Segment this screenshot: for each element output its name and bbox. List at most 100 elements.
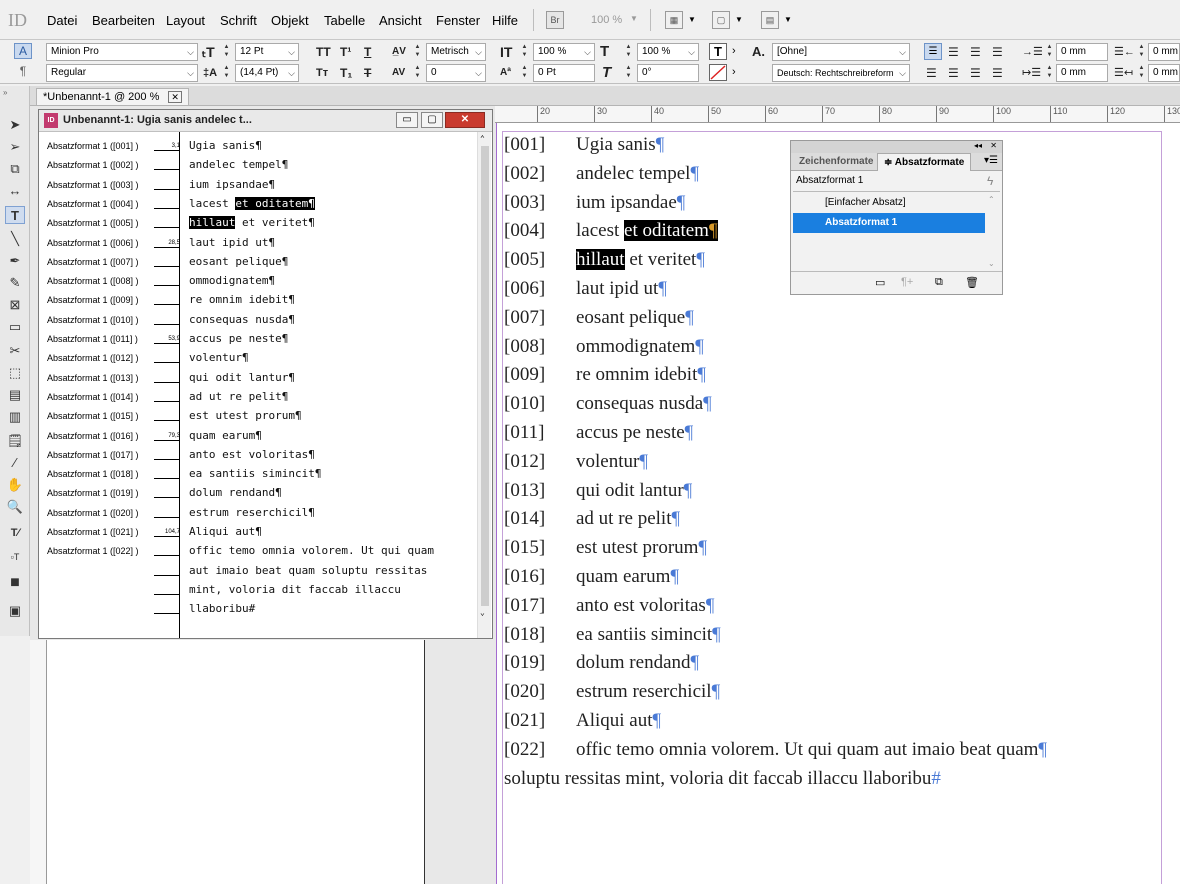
horizontal-ruler[interactable]: 20 30 40 50 60 70 80 90 100 110 120 130	[495, 106, 1180, 123]
kerning-field[interactable]: Metrisch ⌵	[426, 43, 486, 61]
row-text[interactable]: ommodignatem¶	[189, 274, 275, 287]
selected-text[interactable]: et oditatem¶	[235, 196, 315, 210]
page-tool-icon[interactable]: ⧉	[5, 160, 25, 178]
left-indent-stepper[interactable]: ▲ ▼	[1045, 43, 1054, 61]
zoom-level[interactable]: 100 %	[591, 14, 622, 26]
panel-header[interactable]: ◂◂ ✕	[791, 141, 1002, 153]
left-indent-field[interactable]: 0 mm	[1056, 43, 1108, 61]
vertical-scrollbar[interactable]: ⌃ ⌄	[477, 132, 491, 638]
story-row[interactable]: Absatzformat 1 ([001] ) 3,1 Ugia sanis¶	[39, 136, 492, 155]
story-row[interactable]: aut imaio beat quam soluptu ressitas	[39, 561, 492, 580]
row-text[interactable]: dolum rendand¶	[189, 486, 282, 499]
story-row[interactable]: Absatzformat 1 ([015] ) est utest prorum¶	[39, 406, 492, 425]
story-row[interactable]: Absatzformat 1 ([007] ) eosant pelique¶	[39, 252, 492, 271]
scrollbar-thumb[interactable]	[481, 146, 489, 606]
tab-character-styles[interactable]: Zeichenformate	[793, 153, 879, 171]
close-button[interactable]: ✕	[445, 112, 485, 128]
direct-selection-tool-icon[interactable]: ➢	[5, 138, 25, 156]
menu-ansicht[interactable]: Ansicht	[379, 13, 422, 28]
maximize-button[interactable]: ▢	[421, 112, 443, 128]
story-row[interactable]: Absatzformat 1 ([003] ) ium ipsandae¶	[39, 175, 492, 194]
row-text[interactable]: est utest prorum¶	[189, 409, 302, 422]
story-row[interactable]: Absatzformat 1 ([009] ) re omnim idebit¶	[39, 290, 492, 309]
scroll-down-icon[interactable]: ⌄	[480, 608, 485, 617]
superscript-icon[interactable]: T¹	[340, 43, 351, 61]
story-row[interactable]: Absatzformat 1 ([022] ) offic temo omnia …	[39, 541, 492, 560]
lightning-icon[interactable]: ϟ	[987, 174, 993, 188]
text-fill-icon[interactable]: T	[709, 43, 727, 60]
paragraph-line[interactable]: [011] accus pe neste¶	[504, 419, 1172, 448]
first-line-indent-field[interactable]: 0 mm	[1056, 64, 1108, 82]
paragraph-line[interactable]: [013] qui odit lantur¶	[504, 477, 1172, 506]
leading-field[interactable]: (14,4 Pt) ⌵	[235, 64, 299, 82]
chevron-down-icon[interactable]: ▼	[688, 15, 696, 24]
story-editor-window[interactable]: ID Unbenannt-1: Ugia sanis andelec t... …	[38, 109, 493, 639]
align-right-icon[interactable]: ☰	[970, 43, 981, 61]
paragraph-line[interactable]: [017] anto est voloritas¶	[504, 592, 1172, 621]
text-stroke-icon[interactable]	[709, 64, 727, 81]
justify-left-icon[interactable]: ☰	[926, 64, 937, 82]
row-text[interactable]: anto est voloritas¶	[189, 448, 315, 461]
row-text[interactable]: hillaut et veritet¶	[189, 216, 315, 230]
chevron-right-icon[interactable]: ›	[732, 66, 736, 78]
gradient-feather-tool-icon[interactable]: ▥	[5, 408, 25, 426]
tracking-field[interactable]: 0 ⌵	[426, 64, 486, 82]
align-towards-spine-icon[interactable]: ☰	[992, 43, 1003, 61]
vertical-scale-stepper[interactable]: ▲ ▼	[520, 43, 529, 61]
font-size-field[interactable]: 12 Pt ⌵	[235, 43, 299, 61]
menu-bearbeiten[interactable]: Bearbeiten	[92, 13, 155, 28]
story-row[interactable]: Absatzformat 1 ([018] ) ea santiis siminc…	[39, 464, 492, 483]
last-line-indent-stepper[interactable]: ▲ ▼	[1137, 64, 1146, 82]
selected-text[interactable]: hillaut	[189, 216, 236, 230]
collapse-panel-icon[interactable]: ◂◂	[974, 141, 982, 150]
row-text[interactable]: consequas nusda¶	[189, 313, 295, 326]
story-row[interactable]: Absatzformat 1 ([010] ) consequas nusda¶	[39, 310, 492, 329]
last-line-indent-field[interactable]: 0 mm	[1148, 64, 1180, 82]
story-editor-titlebar[interactable]: ID Unbenannt-1: Ugia sanis andelec t... …	[39, 110, 492, 132]
row-text[interactable]: estrum reserchicil¶	[189, 506, 315, 519]
chevron-down-icon[interactable]: ▼	[735, 15, 743, 24]
document-tab[interactable]: *Unbenannt-1 @ 200 % ✕	[36, 88, 189, 105]
paragraph-line[interactable]: [008] ommodignatem¶	[504, 333, 1172, 362]
paragraph-line[interactable]: [007] eosant pelique¶	[504, 304, 1172, 333]
paragraph-line[interactable]: [012] volentur¶	[504, 448, 1172, 477]
justify-all-icon[interactable]: ☰	[992, 64, 1003, 82]
screen-mode-icon[interactable]: ▢	[712, 11, 730, 29]
type-tool-icon[interactable]: T	[5, 206, 25, 224]
scroll-up-icon[interactable]: ⌃	[988, 195, 995, 204]
story-row[interactable]: Absatzformat 1 ([014] ) ad ut re pelit¶	[39, 387, 492, 406]
paragraph-line[interactable]: [022] offic temo omnia volorem. Ut qui qu…	[504, 736, 1172, 765]
row-text[interactable]: andelec tempel¶	[189, 158, 288, 171]
clear-overrides-icon[interactable]: ¶+	[901, 276, 913, 288]
gap-tool-icon[interactable]: ↔	[5, 182, 25, 200]
story-row[interactable]: Absatzformat 1 ([011] ) 53,9 accus pe nest…	[39, 329, 492, 348]
story-row[interactable]: Absatzformat 1 ([012] ) volentur¶	[39, 348, 492, 367]
new-group-icon[interactable]: ▭	[875, 276, 885, 289]
story-row[interactable]: Absatzformat 1 ([020] ) estrum reserchici…	[39, 503, 492, 522]
all-caps-icon[interactable]: TT	[316, 43, 331, 61]
close-icon[interactable]: ✕	[990, 141, 997, 150]
view-options-icon[interactable]: ▦	[665, 11, 683, 29]
menu-layout[interactable]: Layout	[166, 13, 205, 28]
subscript-icon[interactable]: T₁	[340, 64, 352, 82]
row-text[interactable]: llaboribu#	[189, 602, 255, 615]
paragraph-styles-panel[interactable]: ◂◂ ✕ Zeichenformate ≑ Absatzformate ▾☰ A…	[790, 140, 1003, 295]
right-indent-stepper[interactable]: ▲ ▼	[1137, 43, 1146, 61]
row-text[interactable]: qui odit lantur¶	[189, 371, 295, 384]
selected-text[interactable]: hillaut	[576, 249, 625, 271]
fill-stroke-icon[interactable]: T⁄	[5, 524, 25, 542]
paragraph-line[interactable]: [016] quam earum¶	[504, 563, 1172, 592]
gradient-swatch-tool-icon[interactable]: ▤	[5, 386, 25, 404]
row-text[interactable]: Aliqui aut¶	[189, 525, 262, 538]
chevron-right-icon[interactable]: ›	[732, 45, 736, 57]
vertical-ruler[interactable]	[30, 640, 47, 884]
paragraph-line[interactable]: [010] consequas nusda¶	[504, 390, 1172, 419]
row-text[interactable]: re omnim idebit¶	[189, 293, 295, 306]
trash-icon[interactable]: 🗑	[965, 276, 979, 289]
paragraph-line[interactable]: [021] Aliqui aut¶	[504, 707, 1172, 736]
row-text[interactable]: offic temo omnia volorem. Ut qui quam	[189, 544, 434, 557]
menu-schrift[interactable]: Schrift	[220, 13, 257, 28]
row-text[interactable]: ea santiis simincit¶	[189, 467, 321, 480]
rectangle-frame-tool-icon[interactable]: ⊠	[5, 296, 25, 314]
character-mode-icon[interactable]: A	[14, 43, 32, 59]
